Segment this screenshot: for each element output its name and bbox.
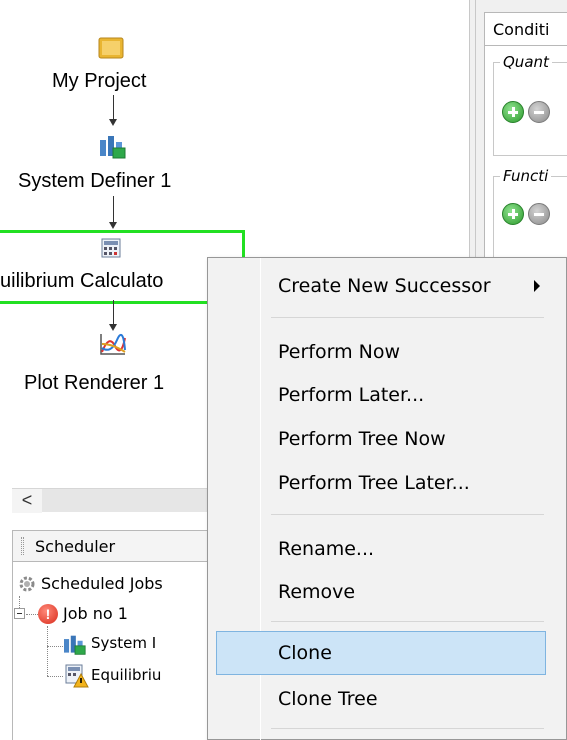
tree-item-equilibrium[interactable]: Equilibriu (91, 666, 161, 684)
menu-item-remove[interactable]: Remove (216, 575, 546, 609)
tree-arrow (109, 119, 117, 126)
tree-item-system-definer[interactable]: System I (91, 634, 156, 652)
menu-item-perform-later[interactable]: Perform Later... (216, 378, 546, 412)
remove-quantity-icon[interactable] (528, 101, 550, 123)
scroll-left-button[interactable]: < (12, 489, 42, 513)
menu-item-rename[interactable]: Rename... (216, 532, 546, 566)
scheduler-tree: Scheduled Jobs ! Job no 1 System I Equil… (12, 562, 212, 740)
menu-separator (271, 317, 544, 318)
tree-arrow (109, 324, 117, 331)
quantities-group: Quant (493, 53, 567, 156)
menu-item-clone-tree[interactable]: Clone Tree (216, 682, 546, 716)
tree-item-job[interactable]: Job no 1 (63, 604, 128, 623)
collapse-icon[interactable] (14, 608, 25, 619)
tree-guide (47, 676, 63, 677)
menu-separator (271, 514, 544, 515)
menu-separator (271, 728, 544, 729)
menu-separator (271, 621, 544, 622)
add-function-icon[interactable] (502, 203, 524, 225)
drag-grip-icon[interactable] (21, 537, 24, 555)
gear-icon (19, 576, 35, 592)
project-folder-icon[interactable] (98, 36, 124, 60)
menu-item-clone[interactable]: Clone (216, 631, 546, 675)
error-icon: ! (38, 604, 58, 624)
tree-guide (47, 646, 63, 647)
menu-item-label: Create New Successor (278, 275, 491, 297)
tree-guide (26, 614, 38, 615)
calculator-icon[interactable] (101, 238, 121, 258)
add-quantity-icon[interactable] (502, 101, 524, 123)
tab-scheduler[interactable]: Scheduler (12, 530, 212, 562)
system-definer-icon[interactable] (99, 134, 127, 160)
tree-arrow (109, 222, 117, 229)
tree-node-equilibrium-calculator[interactable]: uilibrium Calculato (0, 270, 163, 293)
system-definer-icon (64, 635, 86, 655)
tree-guide (47, 626, 48, 676)
plot-renderer-icon[interactable] (99, 332, 127, 356)
calculator-warning-icon (65, 664, 89, 688)
menu-item-perform-tree-later[interactable]: Perform Tree Later... (216, 466, 546, 500)
group-title-functions: Functi (500, 167, 552, 185)
tree-item-scheduled-jobs[interactable]: Scheduled Jobs (41, 574, 163, 593)
tree-node-plot-renderer[interactable]: Plot Renderer 1 (24, 372, 164, 395)
scheduler-tab-label: Scheduler (35, 537, 116, 556)
menu-item-perform-tree-now[interactable]: Perform Tree Now (216, 422, 546, 456)
menu-item-perform-now[interactable]: Perform Now (216, 335, 546, 369)
tree-node-system-definer[interactable]: System Definer 1 (18, 170, 171, 193)
tree-node-my-project[interactable]: My Project (52, 70, 146, 93)
tree-guide (19, 596, 20, 608)
horizontal-scrollbar[interactable]: < (12, 488, 212, 513)
remove-function-icon[interactable] (528, 203, 550, 225)
submenu-arrow-icon (534, 280, 540, 292)
tab-conditions[interactable]: Conditi (484, 12, 567, 46)
menu-item-create-new-successor[interactable]: Create New Successor (216, 269, 546, 303)
context-menu: Create New Successor Perform Now Perform… (207, 257, 567, 740)
group-title-quantities: Quant (500, 53, 552, 71)
